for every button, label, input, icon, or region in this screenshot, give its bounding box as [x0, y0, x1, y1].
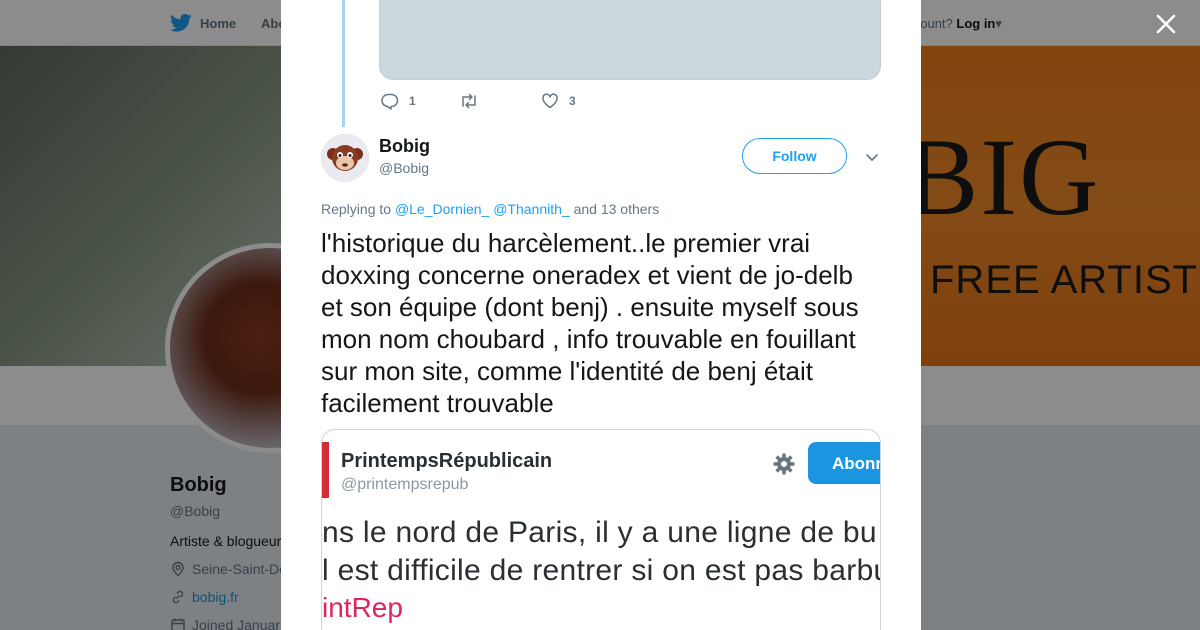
- chevron-down-icon[interactable]: [864, 149, 880, 165]
- tweet-permalink-modal: 1 3 Bobig @Bobig Follow Replying to @Le_…: [281, 0, 921, 630]
- replying-prefix: Replying to: [321, 201, 392, 217]
- like-count: 3: [569, 94, 576, 108]
- previous-tweet-actions: 1 3: [381, 92, 576, 110]
- thread-connector-line: [342, 0, 345, 127]
- monkey-avatar-icon: [321, 134, 369, 182]
- embedded-hashtag: intRep: [322, 592, 403, 623]
- tweet-attached-image[interactable]: PrintempsRépublicain @printempsrepub Abo…: [321, 429, 881, 630]
- retweet-action[interactable]: [459, 92, 541, 110]
- retweet-icon: [462, 93, 476, 109]
- embedded-text-line-2: l est difficile de rentrer si on est pas…: [322, 554, 881, 587]
- like-action[interactable]: 3: [541, 92, 576, 110]
- mention-link-2[interactable]: @Thannith_: [493, 201, 569, 217]
- tweet-author-avatar[interactable]: [321, 134, 369, 182]
- reply-action[interactable]: 1: [381, 92, 459, 110]
- embedded-follow-button: Abonn: [808, 442, 880, 484]
- previous-tweet-media[interactable]: [379, 0, 881, 80]
- tweet-text: l'historique du harcèlement..le premier …: [321, 228, 859, 418]
- reply-icon: [381, 93, 399, 110]
- reply-count: 1: [409, 94, 416, 108]
- embedded-account-name: PrintempsRépublicain: [341, 450, 553, 472]
- replying-suffix[interactable]: and 13 others: [574, 201, 660, 217]
- follow-button[interactable]: Follow: [742, 138, 847, 174]
- heart-icon: [542, 93, 558, 109]
- embedded-avatar-edge: [322, 442, 329, 498]
- embedded-account-handle: @printempsrepub: [341, 476, 469, 493]
- tweet-author-handle[interactable]: @Bobig: [379, 160, 429, 176]
- tweet-author-name[interactable]: Bobig: [379, 136, 430, 157]
- close-icon[interactable]: [1152, 10, 1180, 38]
- embedded-text-line-1: ns le nord de Paris, il y a une ligne de…: [322, 516, 877, 549]
- gear-icon: [773, 453, 795, 475]
- mention-link-1[interactable]: @Le_Dornien_: [395, 201, 489, 217]
- replying-to-line: Replying to @Le_Dornien_ @Thannith_ and …: [321, 201, 659, 217]
